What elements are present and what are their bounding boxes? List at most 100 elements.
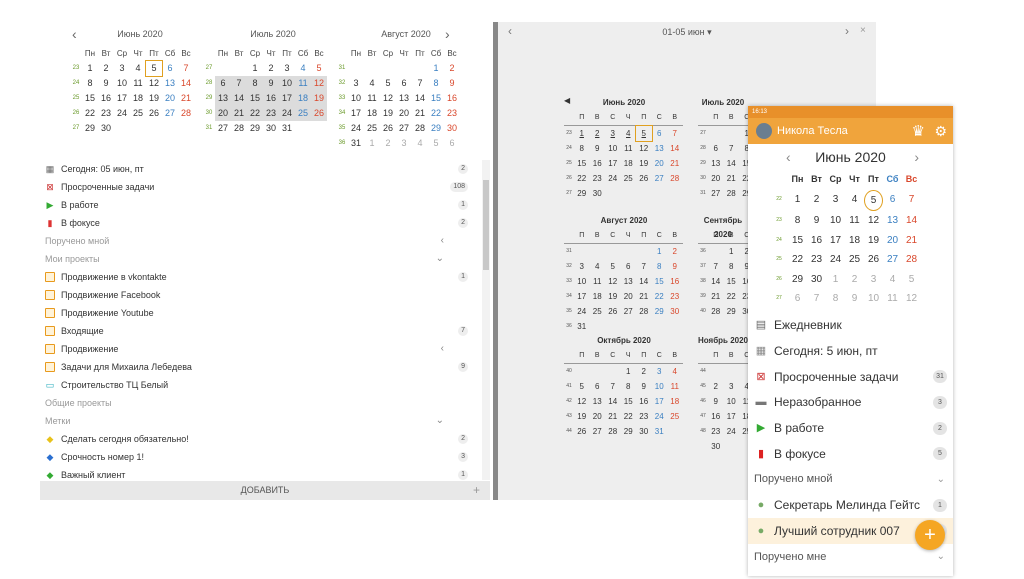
day-cell[interactable]: 1 — [739, 126, 748, 141]
day-cell[interactable]: 21 — [708, 289, 724, 304]
day-cell[interactable]: 6 — [444, 136, 460, 151]
day-cell[interactable]: 29 — [428, 121, 444, 136]
list-item[interactable]: ▦ Сегодня: 05 июн, пт 2 — [40, 160, 480, 178]
day-cell[interactable]: 8 — [788, 211, 807, 231]
day-cell[interactable]: 3 — [724, 379, 740, 394]
day-cell[interactable]: 24 — [652, 409, 668, 424]
day-cell[interactable]: 11 — [295, 76, 311, 91]
day-cell[interactable]: 29 — [82, 121, 98, 136]
day-cell[interactable]: 27 — [162, 106, 178, 121]
day-cell[interactable]: 20 — [590, 409, 606, 424]
day-cell[interactable]: 30 — [739, 304, 748, 319]
day-cell[interactable]: 23 — [444, 106, 460, 121]
list-item[interactable]: ⊠ Просроченные задачи 31 — [748, 364, 953, 390]
list-item[interactable]: ▶ В работе 1 — [40, 196, 480, 214]
day-cell[interactable]: 20 — [396, 106, 412, 121]
day-cell[interactable]: 30 — [807, 270, 826, 290]
day-cell[interactable]: 26 — [574, 424, 590, 439]
list-item[interactable]: ▭ Строительство ТЦ Белый — [40, 376, 480, 394]
list-item[interactable]: Продвижение Youtube — [40, 304, 480, 322]
day-cell[interactable]: 28 — [636, 304, 652, 319]
day-cell[interactable]: 23 — [807, 250, 826, 270]
day-cell[interactable]: 22 — [788, 250, 807, 270]
day-cell[interactable]: 4 — [412, 136, 428, 151]
day-cell[interactable]: 6 — [708, 141, 724, 156]
day-cell[interactable]: 27 — [621, 304, 637, 319]
day-cell[interactable]: 23 — [263, 106, 279, 121]
day-cell[interactable]: 17 — [652, 394, 668, 409]
day-cell[interactable]: 28 — [902, 250, 921, 270]
day-cell[interactable]: 26 — [380, 121, 396, 136]
list-item[interactable]: ▬ Неразобранное 3 — [748, 390, 953, 416]
day-cell[interactable]: 6 — [652, 126, 668, 141]
day-cell[interactable]: 27 — [883, 250, 902, 270]
day-cell[interactable]: 19 — [864, 231, 883, 251]
day-cell[interactable]: 8 — [574, 141, 590, 156]
day-cell[interactable]: 9 — [590, 141, 606, 156]
day-cell[interactable]: 9 — [444, 76, 460, 91]
day-cell[interactable]: 11 — [883, 289, 902, 309]
day-cell[interactable]: 22 — [428, 106, 444, 121]
day-cell[interactable]: 24 — [114, 106, 130, 121]
day-cell[interactable]: 14 — [605, 394, 621, 409]
day-cell[interactable]: 7 — [178, 61, 194, 76]
day-cell[interactable]: 6 — [215, 76, 231, 91]
chevron-icon[interactable]: ⌄ — [436, 412, 444, 430]
day-cell[interactable]: 29 — [788, 270, 807, 290]
day-cell[interactable]: 3 — [864, 270, 883, 290]
day-cell[interactable]: 8 — [247, 76, 263, 91]
day-cell[interactable]: 10 — [574, 274, 590, 289]
day-cell[interactable]: 21 — [902, 231, 921, 251]
day-cell[interactable]: 2 — [380, 136, 396, 151]
day-cell[interactable]: 19 — [311, 91, 327, 106]
day-cell[interactable]: 18 — [667, 394, 683, 409]
day-cell[interactable]: 6 — [621, 259, 637, 274]
day-cell[interactable]: 25 — [590, 304, 606, 319]
day-cell[interactable]: 19 — [146, 91, 162, 106]
day-cell[interactable]: 16 — [739, 274, 748, 289]
day-cell[interactable]: 30 — [708, 439, 724, 454]
section-header[interactable]: Мои проекты ⌄ — [40, 250, 480, 268]
avatar[interactable] — [756, 123, 772, 139]
crown-icon[interactable]: ♛ — [912, 122, 925, 140]
day-cell[interactable]: 2 — [807, 190, 826, 212]
day-cell[interactable]: 26 — [605, 304, 621, 319]
day-cell[interactable]: 17 — [574, 289, 590, 304]
day-cell[interactable]: 10 — [652, 379, 668, 394]
day-cell[interactable]: 24 — [348, 121, 364, 136]
day-cell[interactable]: 9 — [263, 76, 279, 91]
day-cell[interactable]: 4 — [590, 259, 606, 274]
day-cell[interactable]: 28 — [724, 186, 740, 201]
day-cell[interactable]: 29 — [652, 304, 668, 319]
day-cell[interactable]: 24 — [279, 106, 295, 121]
day-cell[interactable]: 17 — [114, 91, 130, 106]
day-cell[interactable]: 11 — [590, 274, 606, 289]
day-cell[interactable]: 3 — [574, 259, 590, 274]
day-cell[interactable]: 7 — [902, 190, 921, 212]
day-cell[interactable]: 24 — [574, 304, 590, 319]
day-cell[interactable]: 8 — [724, 259, 740, 274]
day-cell[interactable]: 1 — [652, 244, 668, 259]
day-cell[interactable]: 27 — [590, 424, 606, 439]
day-cell[interactable]: 10 — [826, 211, 845, 231]
day-cell[interactable]: 2 — [590, 126, 606, 141]
day-cell[interactable]: 11 — [739, 394, 748, 409]
day-cell[interactable]: 19 — [380, 106, 396, 121]
day-cell[interactable]: 14 — [667, 141, 683, 156]
day-cell[interactable]: 1 — [788, 190, 807, 212]
day-cell[interactable]: 2 — [98, 61, 114, 76]
day-cell[interactable]: 25 — [364, 121, 380, 136]
list-item[interactable]: ▮ В фокусе 2 — [40, 214, 480, 232]
day-cell[interactable]: 11 — [667, 379, 683, 394]
day-cell[interactable]: 25 — [667, 409, 683, 424]
day-cell[interactable]: 24 — [826, 250, 845, 270]
day-cell[interactable]: 13 — [162, 76, 178, 91]
day-cell[interactable]: 6 — [883, 190, 902, 212]
day-cell[interactable]: 13 — [652, 141, 668, 156]
day-cell[interactable]: 15 — [574, 156, 590, 171]
day-cell[interactable]: 18 — [621, 156, 637, 171]
day-cell[interactable]: 14 — [412, 91, 428, 106]
chevron-down-icon[interactable]: ⌄ — [937, 551, 945, 562]
day-cell[interactable]: 10 — [605, 141, 621, 156]
day-cell[interactable]: 6 — [396, 76, 412, 91]
